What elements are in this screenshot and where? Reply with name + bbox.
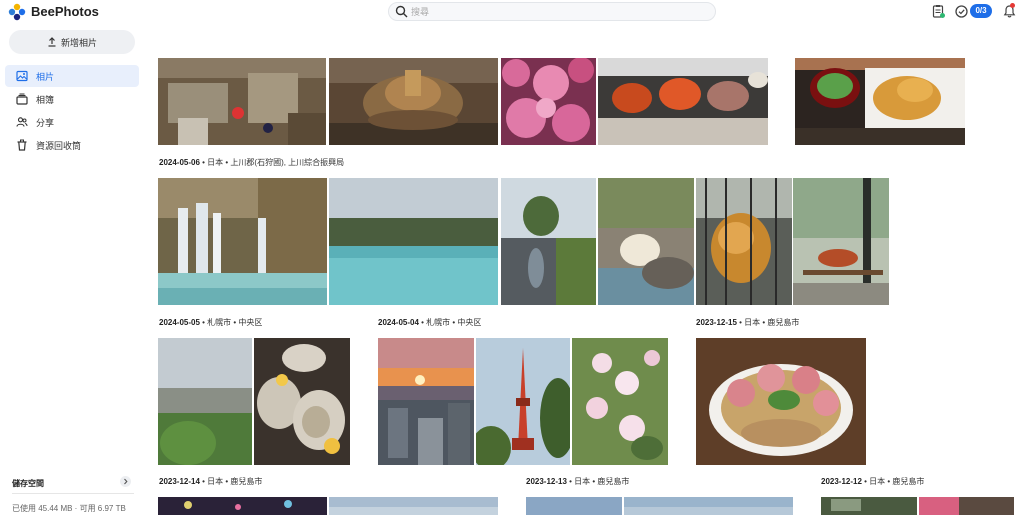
photo-icon: [16, 70, 28, 82]
search-icon: [395, 5, 408, 18]
search-bar[interactable]: [388, 2, 716, 21]
date-group-place: • 札幌市 • 中央区: [418, 318, 482, 327]
sidebar-item-label: 相片: [36, 71, 55, 82]
storage-title: 儲存空間: [12, 479, 44, 488]
photo-thumbnail[interactable]: [501, 58, 596, 145]
photo-thumbnail[interactable]: [795, 58, 965, 145]
task-check-icon[interactable]: [954, 4, 969, 19]
storage-usage-bar: [12, 493, 134, 494]
sidebar-item-label: 分享: [36, 117, 55, 128]
upload-photo-label: 新增相片: [60, 37, 97, 48]
date-group-header: 2024-05-05 • 札幌市 • 中央区: [159, 317, 262, 328]
date-group-header: 2024-05-04 • 札幌市 • 中央区: [378, 317, 481, 328]
share-icon: [16, 117, 28, 127]
photo-thumbnail[interactable]: [254, 338, 350, 465]
sidebar-item-label: 相簿: [36, 94, 55, 105]
date-group-header: 2023-12-12 • 日本 • 鹿兒島市: [821, 476, 924, 487]
date-group-date: 2024-05-04: [378, 318, 419, 327]
photo-thumbnail[interactable]: [598, 178, 694, 305]
chevron-right-icon[interactable]: [120, 476, 131, 487]
date-group-header: 2023-12-15 • 日本 • 鹿兒島市: [696, 317, 799, 328]
photo-thumbnail[interactable]: [526, 497, 622, 515]
photo-thumbnail[interactable]: [793, 178, 889, 305]
beephotos-logo-icon: [8, 3, 26, 21]
photo-thumbnail[interactable]: [696, 178, 792, 305]
date-group-date: 2024-05-06: [159, 158, 200, 167]
storage-usage-text: 已使用 45.44 MB · 可用 6.97 TB: [12, 504, 126, 513]
photo-thumbnail[interactable]: [158, 338, 252, 465]
date-group-header: 2024-05-06 • 日本 • 上川郡(石狩國), 上川綜合振興局: [159, 157, 344, 168]
photo-thumbnail[interactable]: [329, 58, 498, 145]
photo-thumbnail[interactable]: [158, 497, 327, 515]
photo-thumbnail[interactable]: [329, 178, 498, 305]
date-group-date: 2023-12-14: [159, 477, 200, 486]
date-group-place: • 日本 • 上川郡(石狩國), 上川綜合振興局: [199, 158, 345, 167]
sidebar-item-shared[interactable]: 分享: [5, 111, 139, 133]
sidebar-item-albums[interactable]: 相簿: [5, 88, 139, 110]
photo-thumbnail[interactable]: [624, 497, 793, 515]
clipboard-icon[interactable]: [931, 4, 946, 19]
date-group-place: • 日本 • 鹿兒島市: [199, 477, 263, 486]
date-group-place: • 札幌市 • 中央区: [199, 318, 263, 327]
sidebar-item-photos[interactable]: 相片: [5, 65, 139, 87]
photo-gallery: 2024-05-06 • 日本 • 上川郡(石狩國), 上川綜合振興局 2024…: [146, 26, 1018, 515]
trash-icon: [17, 139, 27, 151]
date-group-date: 2023-12-15: [696, 318, 737, 327]
scroll-edge: [1018, 26, 1024, 515]
app-name: BeePhotos: [31, 4, 99, 19]
upload-icon: [48, 37, 56, 47]
sidebar-item-label: 資源回收筒: [36, 140, 82, 151]
photo-thumbnail[interactable]: [476, 338, 570, 465]
photo-thumbnail[interactable]: [501, 178, 596, 305]
photo-thumbnail[interactable]: [821, 497, 917, 515]
date-group-date: 2023-12-13: [526, 477, 567, 486]
photo-thumbnail[interactable]: [378, 338, 474, 465]
date-group-date: 2024-05-05: [159, 318, 200, 327]
sidebar: 新增相片 相片 相簿 分享 資源回收筒 儲存空間 已使用 45.44 MB · …: [0, 26, 146, 515]
date-group-place: • 日本 • 鹿兒島市: [861, 477, 925, 486]
photo-thumbnail[interactable]: [572, 338, 668, 465]
photo-thumbnail[interactable]: [158, 58, 326, 145]
date-group-place: • 日本 • 鹿兒島市: [736, 318, 800, 327]
photo-thumbnail[interactable]: [598, 58, 768, 145]
date-group-date: 2023-12-12: [821, 477, 862, 486]
date-group-place: • 日本 • 鹿兒島市: [566, 477, 630, 486]
photo-thumbnail[interactable]: [329, 497, 498, 515]
top-bar: BeePhotos 0/3: [0, 0, 1024, 26]
date-group-header: 2023-12-13 • 日本 • 鹿兒島市: [526, 476, 629, 487]
notification-dot: [1010, 3, 1015, 8]
photo-thumbnail[interactable]: [696, 338, 866, 465]
photo-thumbnail[interactable]: [919, 497, 1014, 515]
task-counter-badge[interactable]: 0/3: [970, 4, 992, 18]
album-icon: [16, 93, 28, 105]
sidebar-item-recycle-bin[interactable]: 資源回收筒: [5, 134, 139, 156]
date-group-header: 2023-12-14 • 日本 • 鹿兒島市: [159, 476, 262, 487]
photo-thumbnail[interactable]: [158, 178, 327, 305]
upload-photo-button[interactable]: 新增相片: [9, 30, 135, 54]
search-input[interactable]: [411, 5, 701, 19]
